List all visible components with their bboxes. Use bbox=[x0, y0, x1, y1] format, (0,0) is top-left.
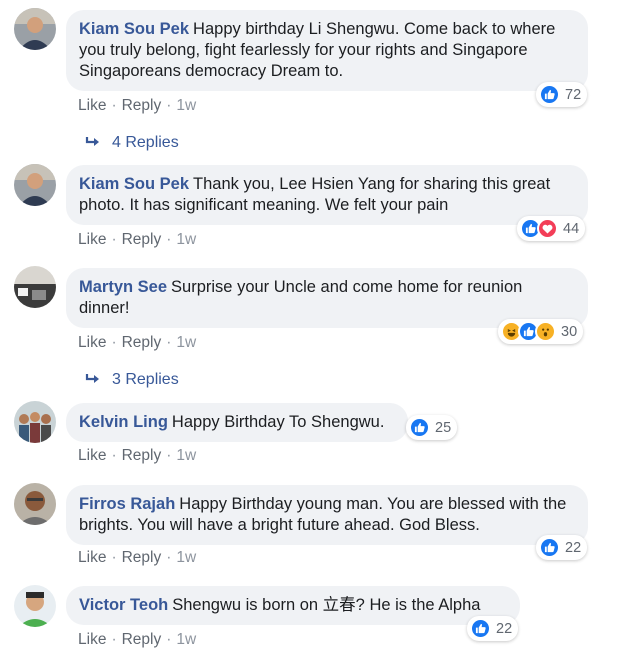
reaction-summary[interactable]: 30 bbox=[498, 319, 584, 344]
comment-bubble: Victor Teoh Shengwu is born on 立春? He is … bbox=[66, 586, 520, 625]
comment-actions: Like · Reply · 1w bbox=[78, 549, 196, 567]
comment-timestamp[interactable]: 1w bbox=[176, 549, 196, 566]
like-button[interactable]: Like bbox=[78, 549, 106, 566]
reaction-count: 44 bbox=[563, 220, 580, 237]
like-button[interactable]: Like bbox=[78, 97, 106, 114]
avatar[interactable] bbox=[14, 585, 56, 627]
like-button[interactable]: Like bbox=[78, 447, 106, 464]
reply-button[interactable]: Reply bbox=[122, 97, 162, 114]
reaction-summary[interactable]: 72 bbox=[536, 82, 588, 107]
comment-bubble: Kiam Sou Pek Thank you, Lee Hsien Yang fo… bbox=[66, 165, 588, 225]
like-button[interactable]: Like bbox=[78, 334, 106, 351]
comment-author[interactable]: Kiam Sou Pek bbox=[79, 175, 189, 193]
like-button[interactable]: Like bbox=[78, 231, 106, 248]
comment-author[interactable]: Firros Rajah bbox=[79, 495, 175, 513]
separator-dot: · bbox=[111, 231, 117, 248]
love-reaction-icon bbox=[537, 218, 558, 239]
comment-author[interactable]: Martyn See bbox=[79, 278, 167, 296]
avatar[interactable] bbox=[14, 164, 56, 206]
reaction-count: 72 bbox=[565, 86, 582, 103]
comment-actions: Like · Reply · 1w bbox=[78, 447, 196, 465]
separator-dot: · bbox=[111, 334, 117, 351]
like-reaction-icon bbox=[470, 618, 491, 639]
separator-dot: · bbox=[166, 549, 172, 566]
like-button[interactable]: Like bbox=[78, 631, 106, 648]
separator-dot: · bbox=[111, 97, 117, 114]
comment-author[interactable]: Kiam Sou Pek bbox=[79, 20, 189, 38]
reaction-count: 30 bbox=[561, 323, 578, 340]
reply-arrow-icon bbox=[85, 137, 99, 146]
reaction-summary[interactable]: 22 bbox=[467, 616, 519, 641]
reply-button[interactable]: Reply bbox=[122, 631, 162, 648]
comment-timestamp[interactable]: 1w bbox=[176, 631, 196, 648]
comment-bubble: Firros Rajah Happy Birthday young man. Yo… bbox=[66, 485, 588, 545]
separator-dot: · bbox=[166, 231, 172, 248]
reaction-summary[interactable]: 25 bbox=[406, 415, 458, 440]
comment-bubble: Kiam Sou Pek Happy birthday Li Shengwu. C… bbox=[66, 10, 588, 91]
comment-actions: Like · Reply · 1w bbox=[78, 97, 196, 115]
comment-text: Happy Birthday To Shengwu. bbox=[171, 413, 385, 431]
avatar[interactable] bbox=[14, 8, 56, 50]
separator-dot: · bbox=[166, 334, 172, 351]
reaction-count: 25 bbox=[435, 419, 452, 436]
avatar[interactable] bbox=[14, 483, 56, 525]
avatar[interactable] bbox=[14, 401, 56, 443]
avatar[interactable] bbox=[14, 266, 56, 308]
reply-button[interactable]: Reply bbox=[122, 447, 162, 464]
comment-timestamp[interactable]: 1w bbox=[176, 97, 196, 114]
view-replies-link[interactable]: 3 Replies bbox=[84, 371, 179, 389]
comment-actions: Like · Reply · 1w bbox=[78, 631, 196, 649]
replies-label: 4 Replies bbox=[112, 134, 179, 151]
reply-button[interactable]: Reply bbox=[122, 334, 162, 351]
comment-timestamp[interactable]: 1w bbox=[176, 231, 196, 248]
reply-button[interactable]: Reply bbox=[122, 549, 162, 566]
comment-timestamp[interactable]: 1w bbox=[176, 334, 196, 351]
separator-dot: · bbox=[111, 447, 117, 464]
separator-dot: · bbox=[111, 631, 117, 648]
like-reaction-icon bbox=[539, 537, 560, 558]
like-reaction-icon bbox=[409, 417, 430, 438]
separator-dot: · bbox=[166, 631, 172, 648]
comment-text: Shengwu is born on 立春? He is the Alpha bbox=[172, 596, 481, 614]
wow-reaction-icon bbox=[535, 321, 556, 342]
comment-author[interactable]: Victor Teoh bbox=[79, 596, 168, 614]
view-replies-link[interactable]: 4 Replies bbox=[84, 134, 179, 152]
reaction-summary[interactable]: 22 bbox=[536, 535, 588, 560]
separator-dot: · bbox=[111, 549, 117, 566]
comment-author[interactable]: Kelvin Ling bbox=[79, 413, 168, 431]
comment-actions: Like · Reply · 1w bbox=[78, 231, 196, 249]
reply-arrow-icon bbox=[85, 374, 99, 383]
comment-actions: Like · Reply · 1w bbox=[78, 334, 196, 352]
comment-bubble: Kelvin Ling Happy Birthday To Shengwu. bbox=[66, 403, 408, 442]
reaction-count: 22 bbox=[565, 539, 582, 556]
separator-dot: · bbox=[166, 447, 172, 464]
like-reaction-icon bbox=[539, 84, 560, 105]
reaction-summary[interactable]: 44 bbox=[517, 216, 586, 241]
comment-timestamp[interactable]: 1w bbox=[176, 447, 196, 464]
replies-label: 3 Replies bbox=[112, 371, 179, 388]
separator-dot: · bbox=[166, 97, 172, 114]
reply-button[interactable]: Reply bbox=[122, 231, 162, 248]
reaction-count: 22 bbox=[496, 620, 513, 637]
